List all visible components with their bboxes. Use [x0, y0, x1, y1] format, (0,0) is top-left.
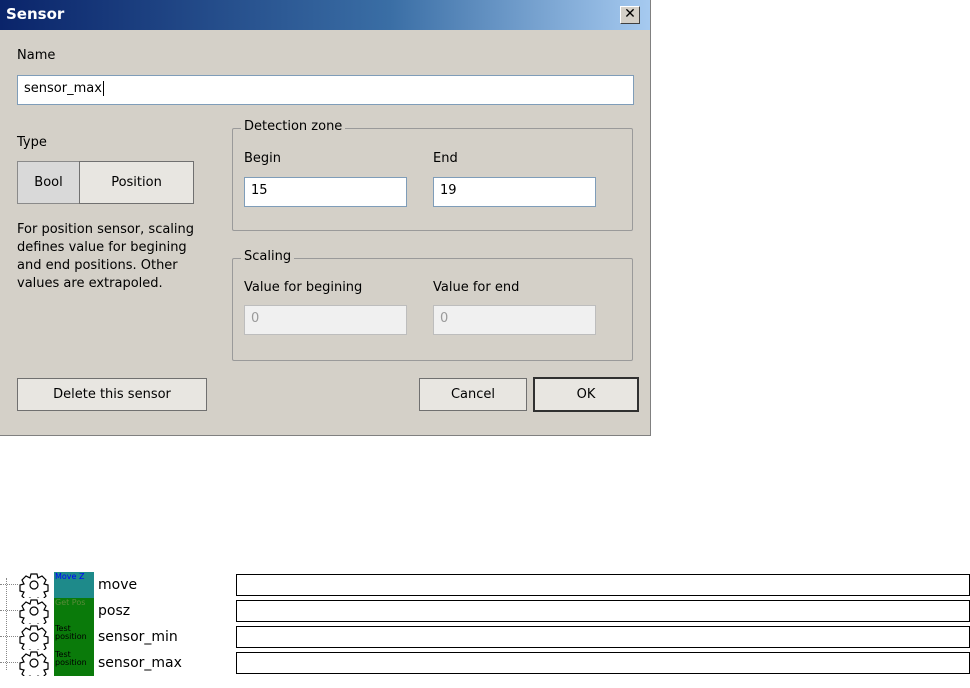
close-button[interactable]: ✕	[620, 6, 640, 24]
tree-item-label: sensor_max	[98, 655, 182, 671]
title-bar[interactable]: Sensor ✕	[0, 0, 650, 30]
begin-label: Begin	[244, 151, 282, 166]
detection-zone-legend: Detection zone	[241, 119, 346, 134]
tree-item[interactable]: Move Z move	[0, 572, 210, 598]
sensor-dialog: Sensor ✕ Name sensor_max Type Bool Posit…	[0, 0, 651, 436]
tree-item-label: move	[98, 577, 138, 593]
begin-input[interactable]: 15	[244, 177, 407, 207]
field-row[interactable]	[236, 600, 970, 622]
scaling-end-input: 0	[433, 305, 596, 335]
help-text-line: and end positions. Other	[17, 258, 178, 273]
field-row[interactable]	[236, 574, 970, 596]
gear-icon	[19, 625, 49, 650]
name-input[interactable]: sensor_max	[17, 75, 634, 105]
text-caret	[102, 81, 104, 96]
gear-icon	[19, 573, 49, 598]
badge: Test position	[54, 650, 94, 676]
help-text-line: defines value for begining	[17, 240, 187, 255]
badge: Get Pos	[54, 598, 94, 624]
help-text: For position sensor, scaling defines val…	[17, 221, 194, 293]
delete-sensor-button[interactable]: Delete this sensor	[17, 378, 207, 411]
field-row[interactable]	[236, 626, 970, 648]
tree-item[interactable]: Get Pos posz	[0, 598, 210, 624]
tree-item-label: sensor_min	[98, 629, 178, 645]
ok-button[interactable]: OK	[533, 377, 639, 412]
tree-item[interactable]: Test position sensor_min	[0, 624, 210, 650]
help-text-line: For position sensor, scaling	[17, 222, 195, 237]
help-text-line: values are extrapoled.	[17, 276, 163, 291]
dialog-title: Sensor	[6, 5, 65, 23]
end-label: End	[433, 151, 458, 166]
name-input-value: sensor_max	[24, 81, 102, 96]
type-bool-button[interactable]: Bool	[17, 161, 80, 204]
badge: Test position	[54, 624, 94, 650]
badge: Move Z	[54, 572, 94, 598]
end-input[interactable]: 19	[433, 177, 596, 207]
gear-icon	[19, 651, 49, 676]
scaling-legend: Scaling	[241, 249, 295, 264]
tree-item[interactable]: Test position sensor_max	[0, 650, 210, 676]
gear-icon	[19, 599, 49, 624]
value-for-begining-label: Value for begining	[244, 280, 363, 295]
tree-item-label: posz	[98, 603, 131, 619]
name-label: Name	[17, 48, 56, 63]
badge-text: Move Z	[55, 572, 85, 581]
badge-text: Test position	[55, 624, 87, 641]
field-row[interactable]	[236, 652, 970, 674]
cancel-button[interactable]: Cancel	[419, 378, 527, 411]
badge-text: Test position	[55, 650, 87, 667]
type-position-button[interactable]: Position	[79, 161, 194, 204]
type-label: Type	[17, 135, 47, 150]
badge-text: Get Pos	[55, 598, 86, 607]
scaling-begin-input: 0	[244, 305, 407, 335]
value-for-end-label: Value for end	[433, 280, 520, 295]
